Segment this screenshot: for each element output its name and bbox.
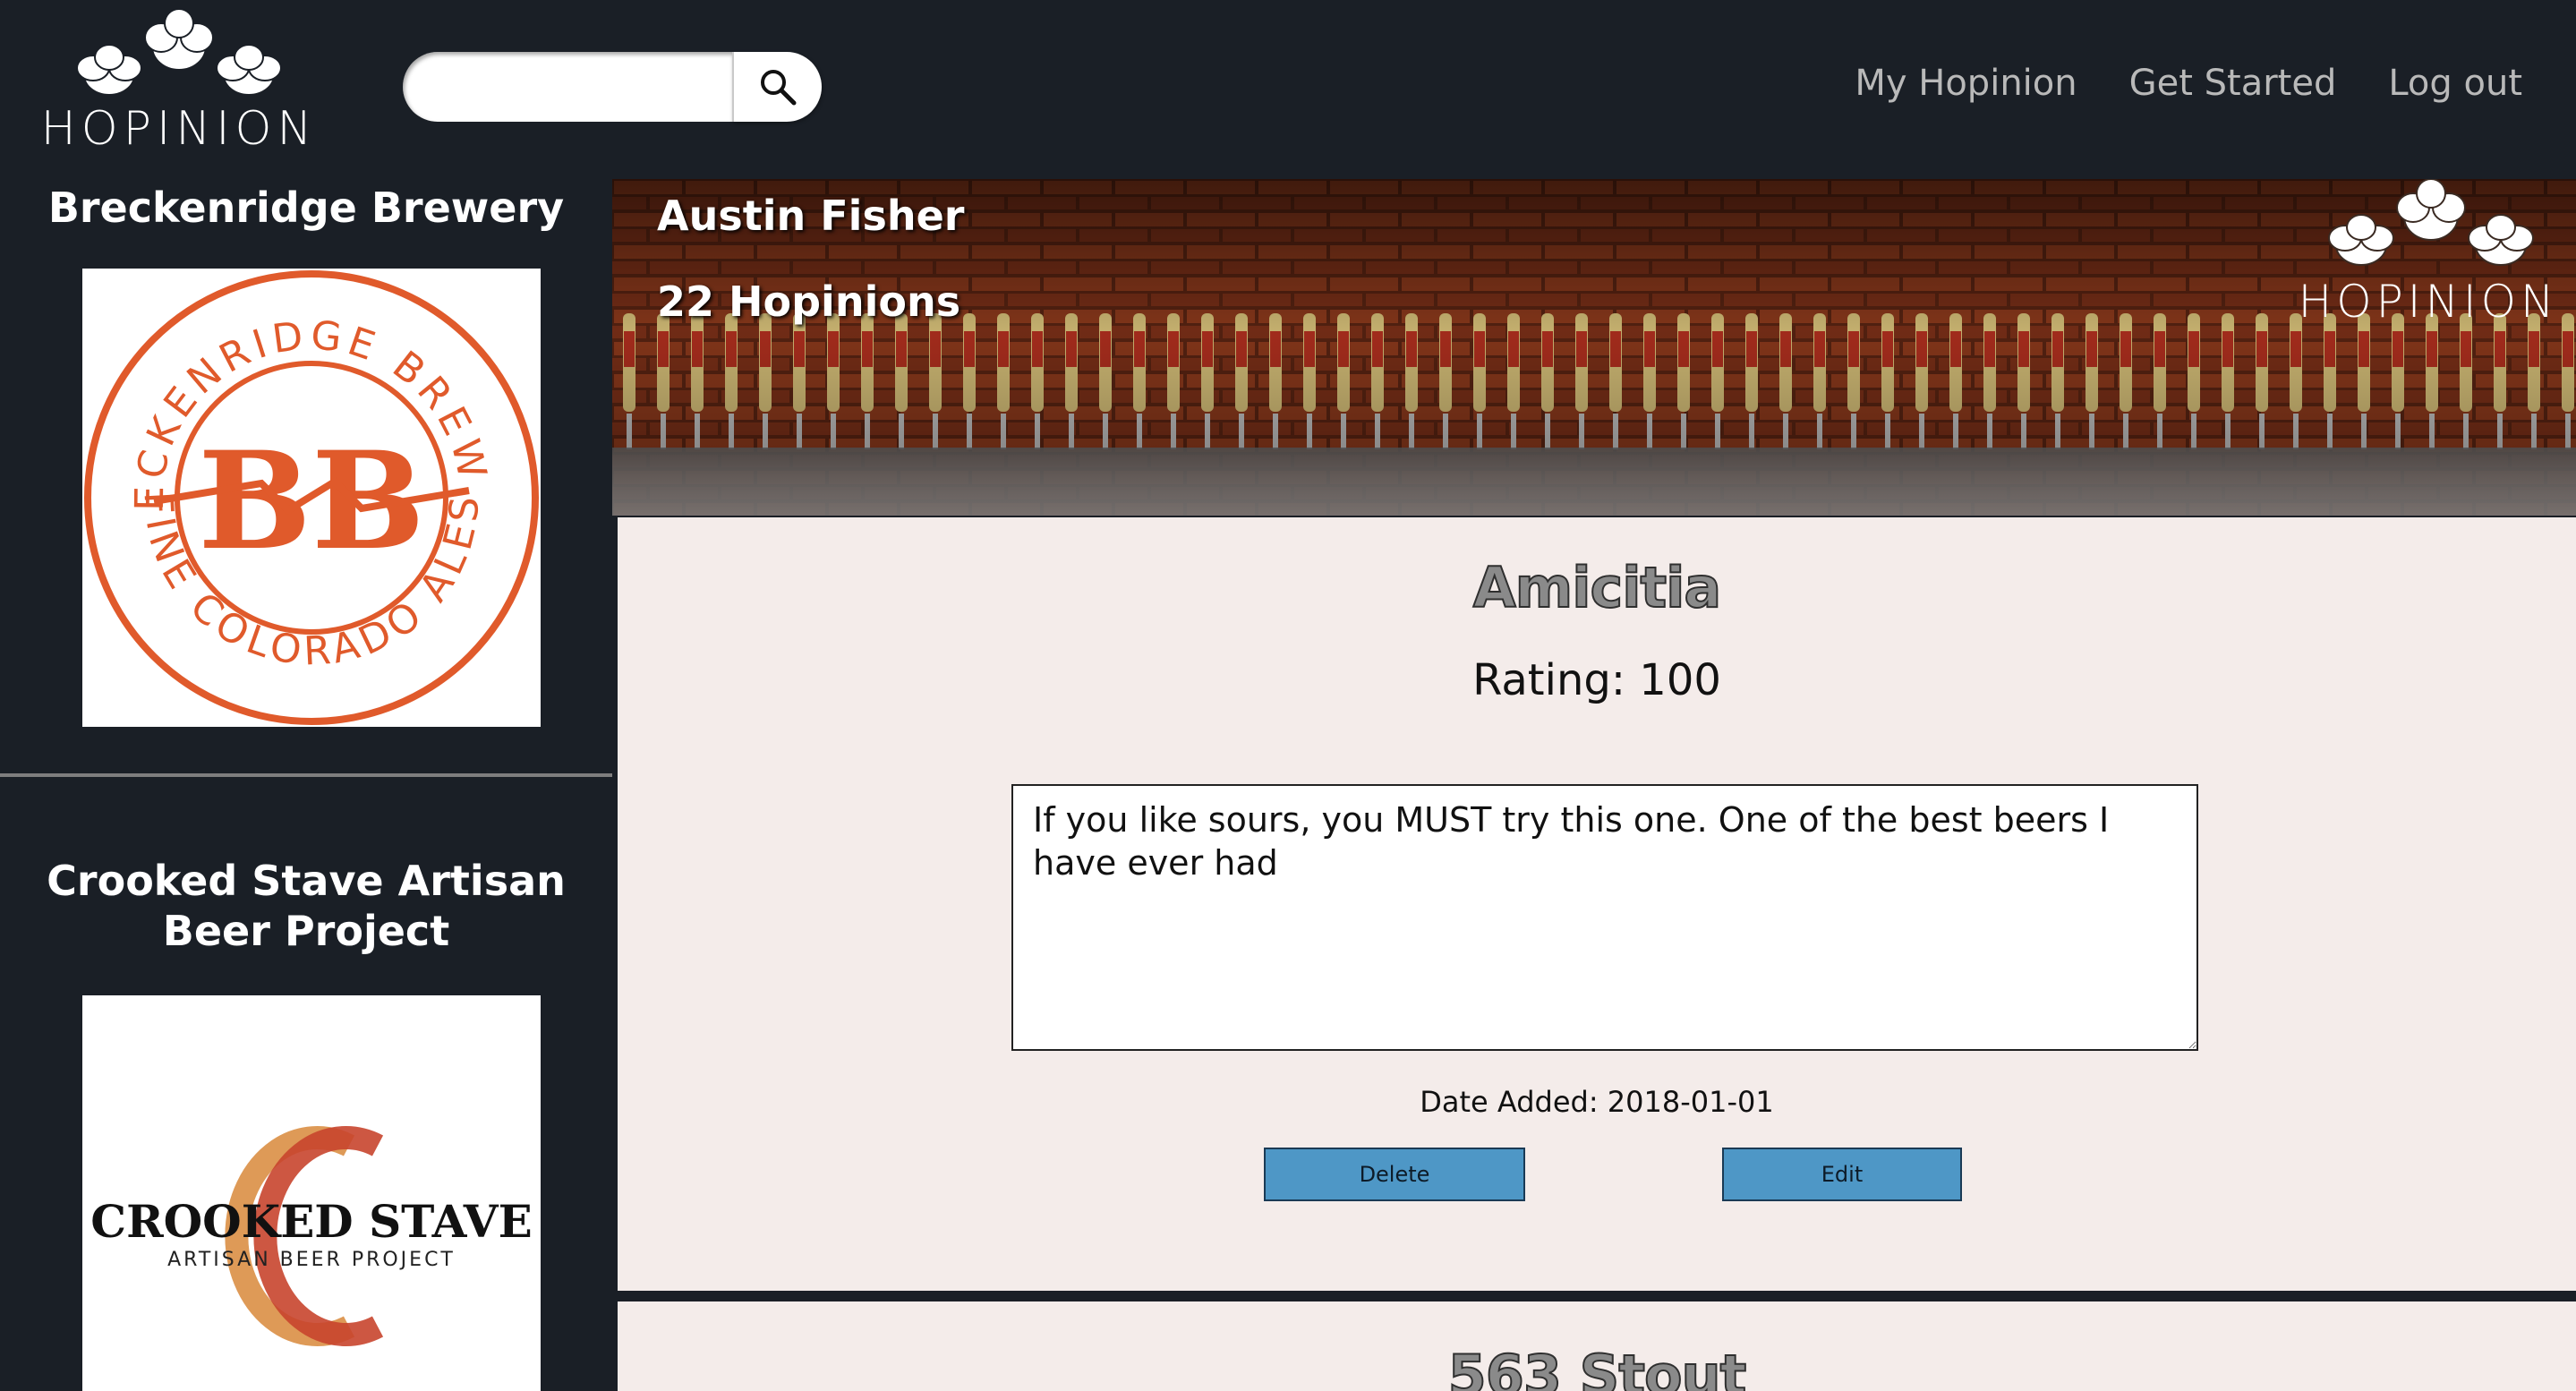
logo-sub-text: ARTISAN BEER PROJECT xyxy=(167,1249,456,1271)
search-icon xyxy=(761,70,797,106)
rating: Rating: 100 xyxy=(1472,655,1721,705)
hopinion-count: 22 Hopinions xyxy=(657,277,961,326)
nav-my-hopinion[interactable]: My Hopinion xyxy=(1855,63,2077,104)
brewery-name[interactable]: Breckenridge Brewery xyxy=(0,183,612,233)
hops-icon xyxy=(76,8,282,96)
brewery-name[interactable]: Crooked Stave Artisan Beer Project xyxy=(0,856,612,956)
breckenridge-logo[interactable]: BRECKENRIDGE BREWERY FINE COLORADO ALES … xyxy=(66,233,541,727)
review-card: Amicitia Rating: 100 If you like sours, … xyxy=(618,517,2576,1291)
logo-wordmark: HOPINION xyxy=(2298,276,2559,328)
main-nav: My Hopinion Get Started Log out xyxy=(1855,63,2522,104)
profile-banner: Austin Fisher 22 Hopinions HOPINION xyxy=(612,179,2576,516)
search-bar xyxy=(403,52,822,122)
user-name: Austin Fisher xyxy=(657,192,965,240)
brewery-card[interactable]: Breckenridge Brewery BRECKENRIDGE BREWER… xyxy=(0,179,612,727)
review-comment-textarea[interactable]: If you like sours, you MUST try this one… xyxy=(1011,784,2198,1051)
sidebar-divider xyxy=(0,773,612,777)
top-header: HOPINION My Hopinion Get Started Log out xyxy=(0,0,2576,179)
hops-icon xyxy=(2328,179,2534,266)
review-card: 563 Stout xyxy=(618,1301,2576,1391)
nav-log-out[interactable]: Log out xyxy=(2388,63,2522,104)
search-input[interactable] xyxy=(403,52,761,122)
brewery-sidebar: Breckenridge Brewery BRECKENRIDGE BREWER… xyxy=(0,179,612,1391)
search-button[interactable] xyxy=(732,52,822,122)
beer-name: Amicitia xyxy=(1472,554,1723,621)
banner-logo: HOPINION xyxy=(2281,179,2576,337)
edit-button[interactable]: Edit xyxy=(1722,1148,1962,1201)
date-added: Date Added: 2018-01-01 xyxy=(1420,1085,1774,1119)
logo-wordmark: HOPINION xyxy=(40,102,318,156)
nav-get-started[interactable]: Get Started xyxy=(2129,63,2337,104)
hopinion-logo[interactable]: HOPINION xyxy=(32,5,326,158)
beer-name: 563 Stout xyxy=(1447,1342,1748,1391)
crooked-stave-logo[interactable]: CROOKED STAVE ARTISAN BEER PROJECT xyxy=(82,995,541,1391)
main-content: Austin Fisher 22 Hopinions HOPINION Amic… xyxy=(612,179,2576,1391)
brewery-card[interactable]: Crooked Stave Artisan Beer Project CROOK… xyxy=(0,856,612,1391)
logo-main-text: CROOKED STAVE xyxy=(90,1195,532,1248)
delete-button[interactable]: Delete xyxy=(1264,1148,1525,1201)
